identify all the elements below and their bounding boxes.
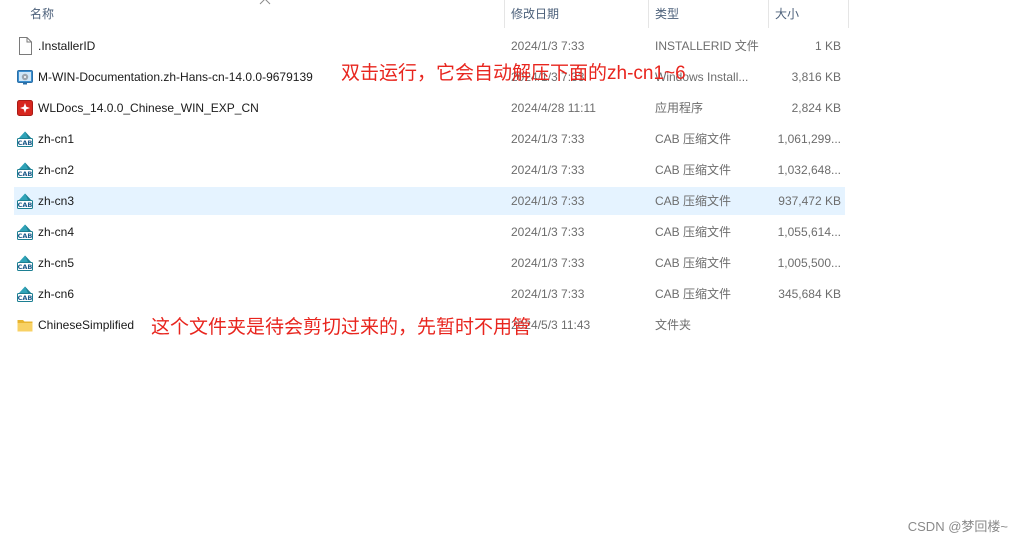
file-size: 2,824 KB <box>791 101 841 115</box>
file-name: M-WIN-Documentation.zh-Hans-cn-14.0.0-96… <box>38 70 313 84</box>
file-row[interactable]: CAB zh-cn4 2024/1/3 7:33 CAB 压缩文件 1,055,614.… <box>14 218 845 246</box>
column-divider[interactable] <box>648 0 649 28</box>
file-row[interactable]: CAB zh-cn1 2024/1/3 7:33 CAB 压缩文件 1,061,299.… <box>14 125 845 153</box>
column-divider[interactable] <box>504 0 505 28</box>
file-row[interactable]: WLDocs_14.0.0_Chinese_WIN_EXP_CN 2024/4/2… <box>14 94 845 122</box>
column-date-header[interactable]: 修改日期 <box>511 0 641 28</box>
file-date: 2024/1/3 7:33 <box>511 225 585 239</box>
svg-text:CAB: CAB <box>18 263 33 271</box>
file-name: zh-cn4 <box>38 225 75 239</box>
file-name: WLDocs_14.0.0_Chinese_WIN_EXP_CN <box>38 101 259 115</box>
file-name: zh-cn6 <box>38 287 75 301</box>
file-date: 2024/1/3 7:33 <box>511 287 585 301</box>
cab-icon: CAB <box>17 223 33 241</box>
column-divider[interactable] <box>848 0 849 28</box>
file-size <box>771 311 841 339</box>
file-date: 2024/1/3 7:33 <box>511 39 585 53</box>
cab-icon: CAB <box>17 130 33 148</box>
annotation-folder-note: 这个文件夹是待会剪切过来的，先暂时不用管 <box>151 317 532 338</box>
file-date: 2024/1/3 7:33 <box>511 132 585 146</box>
cab-icon: CAB <box>17 254 33 272</box>
annotation-run-installer: 双击运行，它会自动解压下面的zh-cn1~6 <box>341 63 686 84</box>
file-name: zh-cn5 <box>38 256 75 270</box>
column-type-header[interactable]: 类型 <box>655 0 765 28</box>
svg-text:CAB: CAB <box>18 294 33 302</box>
file-row[interactable]: CAB zh-cn6 2024/1/3 7:33 CAB 压缩文件 345,684 KB <box>14 280 845 308</box>
file-row[interactable]: CAB zh-cn3 2024/1/3 7:33 CAB 压缩文件 937,472 KB <box>14 187 845 215</box>
file-size: 3,816 KB <box>791 70 841 84</box>
file-size: 1,055,614... <box>777 225 841 239</box>
column-size-header[interactable]: 大小 <box>775 0 845 28</box>
file-size: 1,061,299... <box>777 132 841 146</box>
application-icon <box>17 99 33 117</box>
file-icon <box>17 37 33 55</box>
file-type: INSTALLERID 文件 <box>655 39 759 53</box>
file-type: 文件夹 <box>655 318 692 332</box>
file-name: .InstallerID <box>38 39 96 53</box>
svg-text:CAB: CAB <box>18 170 33 178</box>
file-size: 1 KB <box>814 39 841 53</box>
folder-icon <box>17 316 33 334</box>
file-date: 2024/1/3 7:33 <box>511 194 585 208</box>
file-type: CAB 压缩文件 <box>655 194 732 208</box>
cab-icon: CAB <box>17 192 33 210</box>
file-date: 2024/4/28 11:11 <box>511 101 596 115</box>
cab-icon: CAB <box>17 285 33 303</box>
file-type: 应用程序 <box>655 101 704 115</box>
file-row[interactable]: .InstallerID 2024/1/3 7:33 INSTALLERID 文件 1… <box>14 32 845 60</box>
svg-text:CAB: CAB <box>18 232 33 240</box>
svg-text:CAB: CAB <box>18 139 33 147</box>
file-row[interactable]: CAB zh-cn2 2024/1/3 7:33 CAB 压缩文件 1,032,648.… <box>14 156 845 184</box>
file-size: 937,472 KB <box>778 194 841 208</box>
file-type: CAB 压缩文件 <box>655 287 732 301</box>
cab-icon: CAB <box>17 161 33 179</box>
svg-text:CAB: CAB <box>18 201 33 209</box>
file-name: zh-cn2 <box>38 163 75 177</box>
file-type: CAB 压缩文件 <box>655 163 732 177</box>
file-row[interactable]: CAB zh-cn5 2024/1/3 7:33 CAB 压缩文件 1,005,500.… <box>14 249 845 277</box>
column-divider[interactable] <box>768 0 769 28</box>
file-size: 1,005,500... <box>777 256 841 270</box>
column-name-header[interactable]: 名称 <box>30 0 500 28</box>
file-type: CAB 压缩文件 <box>655 256 732 270</box>
file-name: zh-cn3 <box>38 194 75 208</box>
file-size: 1,032,648... <box>777 163 841 177</box>
column-header: 名称 修改日期 类型 大小 <box>0 0 850 28</box>
watermark: CSDN @梦回楼~ <box>907 519 1008 534</box>
file-size: 345,684 KB <box>778 287 841 301</box>
installer-icon <box>17 68 33 86</box>
file-type: CAB 压缩文件 <box>655 225 732 239</box>
file-date: 2024/1/3 7:33 <box>511 163 585 177</box>
file-type: CAB 压缩文件 <box>655 132 732 146</box>
file-date: 2024/1/3 7:33 <box>511 256 585 270</box>
file-name: zh-cn1 <box>38 132 75 146</box>
